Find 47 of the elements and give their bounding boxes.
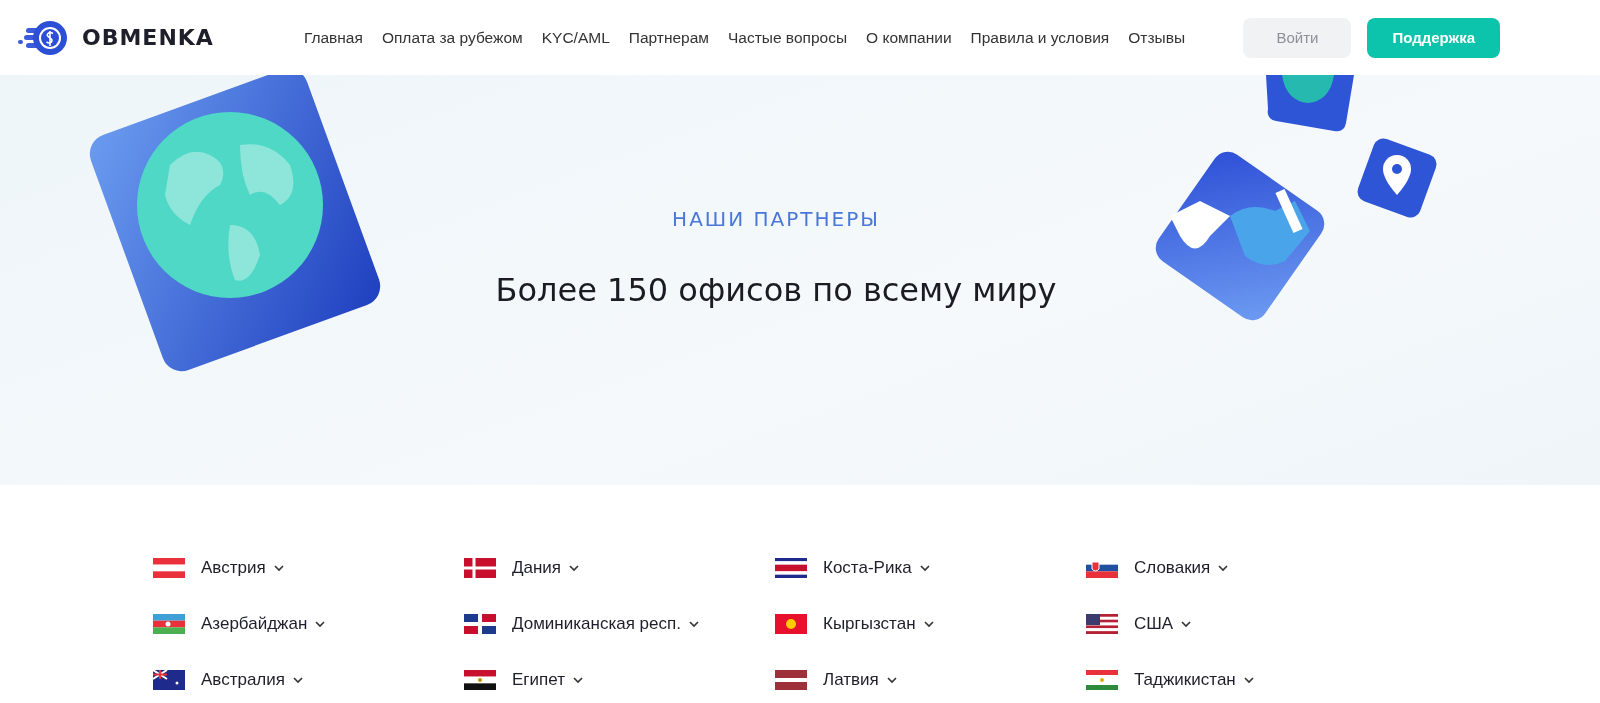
country-dropdown[interactable]: США (1134, 614, 1192, 634)
chevron-down-icon (273, 564, 284, 572)
flag-icon (775, 670, 807, 690)
brand-name[interactable]: OBMENKA (82, 25, 214, 50)
nav-link[interactable]: KYC/AML (541, 28, 610, 47)
country-dropdown[interactable]: Латвия (823, 670, 897, 690)
nav-link[interactable]: Партнерам (628, 28, 709, 47)
chevron-down-icon (1218, 564, 1229, 572)
country-dropdown[interactable]: Коста-Рика (823, 558, 930, 578)
chevron-down-icon (919, 564, 930, 572)
chevron-down-icon (1243, 676, 1254, 684)
chevron-down-icon (688, 620, 699, 628)
country-dropdown[interactable]: Египет (512, 670, 583, 690)
country-dropdown[interactable]: Австрия (201, 558, 284, 578)
country-dropdown[interactable]: Австралия (201, 670, 303, 690)
country-dropdown[interactable]: Доминиканская респ. (512, 614, 699, 634)
section-title: Более 150 офисов по всему миру (495, 271, 1057, 309)
chevron-down-icon (923, 620, 934, 628)
flag-icon (153, 614, 185, 634)
flag-icon (775, 614, 807, 634)
flag-icon (464, 558, 496, 578)
country-dropdown[interactable]: Азербайджан (201, 614, 326, 634)
nav-link[interactable]: Правила и условия (970, 28, 1110, 47)
flag-icon (464, 670, 496, 690)
country-dropdown[interactable]: Словакия (1134, 558, 1229, 578)
flag-icon (464, 614, 496, 634)
flag-icon (775, 558, 807, 578)
nav-link[interactable]: Оплата за рубежом (381, 28, 523, 47)
flag-icon (1086, 670, 1118, 690)
chevron-down-icon (886, 676, 897, 684)
chevron-down-icon (315, 620, 326, 628)
country-dropdown[interactable]: Таджикистан (1134, 670, 1254, 690)
nav-link[interactable]: Главная (303, 28, 363, 47)
flag-icon (153, 670, 185, 690)
country-dropdown[interactable]: Дания (512, 558, 580, 578)
chevron-down-icon (569, 564, 580, 572)
chevron-down-icon (293, 676, 303, 684)
country-dropdown[interactable]: Кыргызстан (823, 614, 934, 634)
nav-link[interactable]: Отзывы (1128, 28, 1186, 47)
flag-icon (153, 558, 185, 578)
nav-link[interactable]: Частые вопросы (728, 28, 848, 47)
chevron-down-icon (572, 676, 583, 684)
flag-icon (1086, 614, 1118, 634)
nav-link[interactable]: О компании (866, 28, 952, 47)
chevron-down-icon (1181, 620, 1192, 628)
dollar-coin-icon (18, 19, 68, 56)
section-eyebrow: НАШИ ПАРТНЕРЫ (672, 207, 880, 231)
